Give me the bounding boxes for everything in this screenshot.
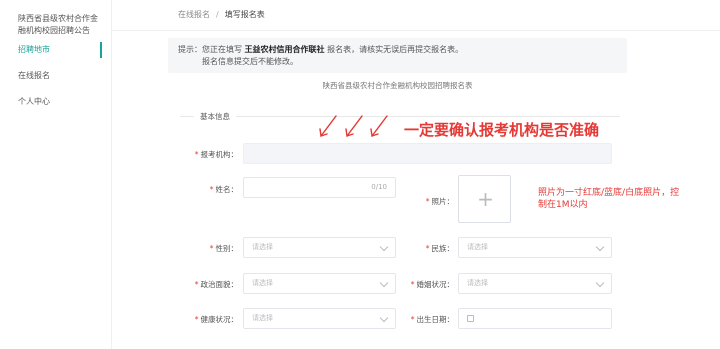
health-label: * 健康状况： <box>180 314 238 325</box>
ethnicity-label-text: 民族： <box>431 244 455 253</box>
notice-box: 提示：您正在填写 王益农村信用合作联社 报名表，请核实无误后再提交报名表。 报名… <box>168 38 627 73</box>
required-mark: * <box>209 185 214 194</box>
annotation-arrows-icon <box>319 115 388 137</box>
breadcrumb-online-registration[interactable]: 在线报名 <box>178 10 210 19</box>
notice-line-1: 提示：您正在填写 王益农村信用合作联社 报名表，请核实无误后再提交报名表。 <box>178 44 627 56</box>
political-label: * 政治面貌： <box>180 279 238 290</box>
birthdate-label-text: 出生日期： <box>416 315 455 324</box>
breadcrumb-current: 填写报名表 <box>224 10 265 19</box>
political-label-text: 政治面貌： <box>200 280 239 289</box>
notice-text-after: 报名表，请核实无误后再提交报名表。 <box>327 45 464 54</box>
plus-icon: + <box>477 187 494 211</box>
gender-label: * 性别： <box>190 243 238 254</box>
form-title: 陕西省县级农村合作金融机构校园招聘报名表 <box>322 81 473 90</box>
institution-label: * 报考机构： <box>190 149 238 160</box>
institution-field[interactable] <box>243 143 612 164</box>
ethnicity-placeholder: 请选择 <box>467 243 488 251</box>
required-mark: * <box>194 315 199 324</box>
required-mark: * <box>209 244 214 253</box>
chevron-down-icon <box>379 242 389 252</box>
birthdate-picker[interactable] <box>458 308 612 329</box>
calendar-icon <box>467 315 474 322</box>
photo-label: * 照片： <box>406 196 454 207</box>
sidebar-item-online-registration[interactable]: 在线报名 <box>0 66 102 86</box>
notice-text-before: 您正在填写 <box>202 45 242 54</box>
ethnicity-label: * 民族： <box>406 243 454 254</box>
health-select[interactable]: 请选择 <box>243 308 396 329</box>
institution-label-text: 报考机构： <box>200 150 239 159</box>
required-mark: * <box>425 244 430 253</box>
chevron-down-icon <box>379 278 389 288</box>
name-char-count: 0/10 <box>371 183 387 191</box>
ethnicity-select[interactable]: 请选择 <box>458 237 612 258</box>
breadcrumb: 在线报名 / 填写报名表 <box>178 9 265 20</box>
notice-prefix: 提示： <box>178 45 202 54</box>
photo-note: 照片为一寸红底/蓝底/白底照片，控制在1M以内 <box>538 188 680 210</box>
marital-label: * 婚姻状况： <box>396 279 454 290</box>
marital-select[interactable]: 请选择 <box>458 273 612 294</box>
marital-placeholder: 请选择 <box>467 279 488 287</box>
health-label-text: 健康状况： <box>200 315 239 324</box>
section-divider-left <box>180 116 194 117</box>
sidebar: 陕西省县级农村合作金融机构校园招聘公告 招聘地市 在线报名 个人中心 <box>0 0 112 349</box>
required-mark: * <box>425 197 430 206</box>
annotation-text: 一定要确认报考机构是否准确 <box>404 121 600 139</box>
section-label: 基本信息 <box>200 112 230 121</box>
required-mark: * <box>410 315 415 324</box>
name-label: * 姓名： <box>190 184 238 195</box>
chevron-down-icon <box>595 242 605 252</box>
sidebar-title: 陕西省县级农村合作金融机构校园招聘公告 <box>18 14 98 35</box>
required-mark: * <box>410 280 415 289</box>
political-placeholder: 请选择 <box>252 279 273 287</box>
gender-placeholder: 请选择 <box>252 243 273 251</box>
breadcrumb-separator: / <box>216 10 219 19</box>
notice-line-2: 报名信息提交后不能修改。 <box>202 57 298 66</box>
name-input[interactable]: 0/10 <box>243 177 396 198</box>
required-mark: * <box>194 280 199 289</box>
required-mark: * <box>194 150 199 159</box>
name-label-text: 姓名： <box>215 185 239 194</box>
notice-institution: 王益农村信用合作联社 <box>244 45 325 54</box>
political-select[interactable]: 请选择 <box>243 273 396 294</box>
header-divider <box>112 30 720 31</box>
sidebar-item-label: 个人中心 <box>18 97 50 106</box>
photo-label-text: 照片： <box>431 197 455 206</box>
birthdate-label: * 出生日期： <box>396 314 454 325</box>
sidebar-item-personal-center[interactable]: 个人中心 <box>0 92 102 112</box>
section-divider-right <box>236 116 620 117</box>
sidebar-item-recruit-cities[interactable]: 招聘地市 <box>0 40 102 60</box>
sidebar-item-label: 招聘地市 <box>18 45 50 54</box>
health-placeholder: 请选择 <box>252 314 273 322</box>
marital-label-text: 婚姻状况： <box>416 280 455 289</box>
chevron-down-icon <box>379 313 389 323</box>
chevron-down-icon <box>595 278 605 288</box>
gender-label-text: 性别： <box>215 244 239 253</box>
gender-select[interactable]: 请选择 <box>243 237 396 258</box>
sidebar-item-label: 在线报名 <box>18 71 50 80</box>
photo-upload[interactable]: + <box>458 175 511 223</box>
